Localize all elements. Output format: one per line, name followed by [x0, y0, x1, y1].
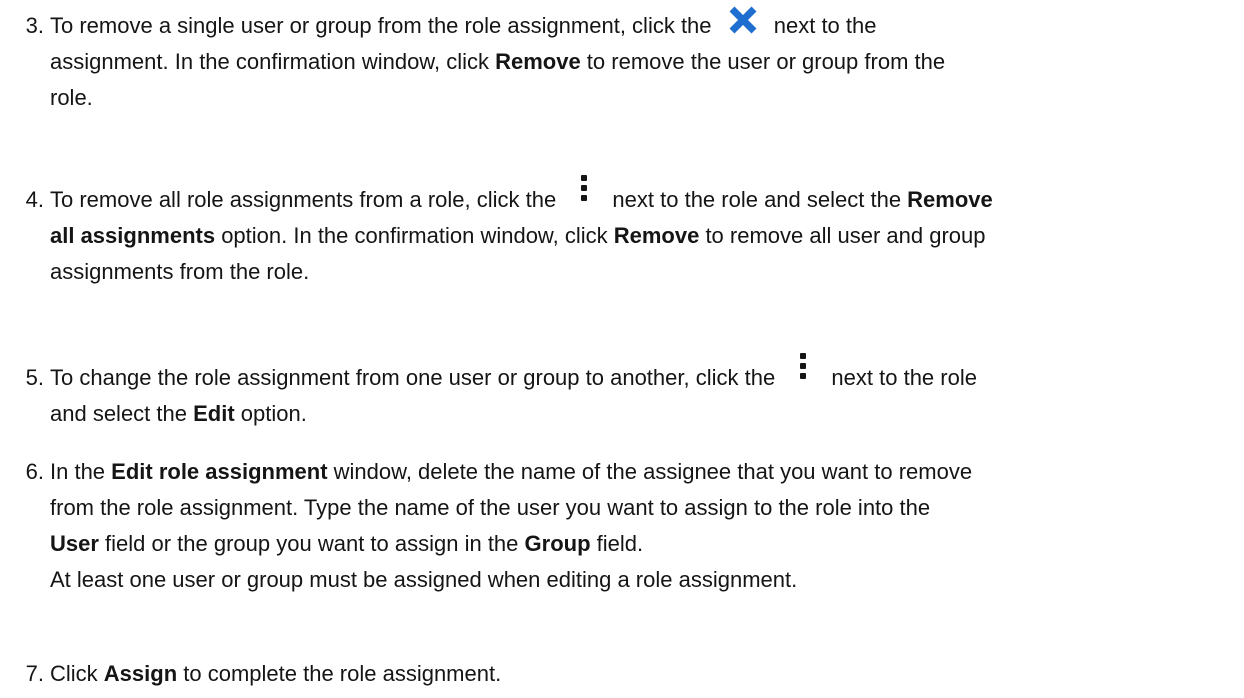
ui-label-emphasis: Edit	[193, 401, 235, 426]
step-number: 7.	[25, 661, 44, 686]
text-run: next to the role	[825, 365, 977, 390]
step-number: 4.	[25, 187, 44, 212]
text-run: role.	[50, 85, 93, 110]
text-run: To change the role assignment from one u…	[50, 365, 782, 390]
text-run: option.	[234, 401, 307, 426]
ui-label-emphasis: Edit role assignment	[111, 459, 328, 484]
text-line: To remove a single user or group from th…	[50, 5, 1240, 44]
text-run: To remove a single user or group from th…	[50, 13, 718, 38]
text-run: to remove all user and group	[699, 223, 986, 248]
text-run: field or the group you want to assign in…	[98, 531, 525, 556]
text-run: At least one user or group must be assig…	[50, 567, 798, 592]
ui-label-emphasis: all assignments	[50, 223, 216, 248]
close-icon[interactable]	[718, 5, 768, 35]
step-text: In the Edit role assignment window, dele…	[50, 454, 1240, 598]
kebab-menu-icon[interactable]	[781, 351, 825, 387]
text-line: At least one user or group must be assig…	[50, 562, 1240, 598]
text-run: to complete the role assignment.	[177, 661, 502, 686]
text-line: User field or the group you want to assi…	[50, 526, 1240, 562]
text-run: Click	[50, 661, 104, 686]
ui-label-emphasis: User	[50, 531, 99, 556]
text-line: assignments from the role.	[50, 254, 1240, 290]
text-line: role.	[50, 80, 1240, 116]
text-run: to remove the user or group from the	[580, 49, 946, 74]
text-line: To remove all role assignments from a ro…	[50, 175, 1240, 218]
text-run: window, delete the name of the assignee …	[327, 459, 973, 484]
text-line: from the role assignment. Type the name …	[50, 490, 1240, 526]
step-text: To change the role assignment from one u…	[50, 353, 1240, 432]
ui-label-emphasis: Assign	[103, 661, 178, 686]
step-text: To remove all role assignments from a ro…	[50, 175, 1240, 290]
step-number: 3.	[25, 13, 44, 38]
text-run: next to the role and select the	[606, 187, 908, 212]
text-line: Click Assign to complete the role assign…	[50, 656, 1240, 692]
text-run: from the role assignment. Type the name …	[50, 495, 931, 520]
step-text: To remove a single user or group from th…	[50, 5, 1240, 116]
ui-label-emphasis: Group	[524, 531, 591, 556]
kebab-menu-icon[interactable]	[562, 173, 606, 209]
ui-label-emphasis: Remove	[495, 49, 581, 74]
text-line: In the Edit role assignment window, dele…	[50, 454, 1240, 490]
text-line: and select the Edit option.	[50, 396, 1240, 432]
text-line: To change the role assignment from one u…	[50, 353, 1240, 396]
text-run: To remove all role assignments from a ro…	[50, 187, 563, 212]
text-run: next to the	[767, 13, 877, 38]
text-line: all assignments option. In the confirmat…	[50, 218, 1240, 254]
step-number: 5.	[25, 365, 44, 390]
text-run: assignments from the role.	[50, 259, 310, 284]
step-number: 6.	[25, 459, 44, 484]
step-text: Click Assign to complete the role assign…	[50, 656, 1240, 692]
text-run: option. In the confirmation window, clic…	[215, 223, 614, 248]
ui-label-emphasis: Remove	[907, 187, 993, 212]
text-line: assignment. In the confirmation window, …	[50, 44, 1240, 80]
text-run: and select the	[50, 401, 194, 426]
ui-label-emphasis: Remove	[613, 223, 700, 248]
text-run: assignment. In the confirmation window, …	[50, 49, 496, 74]
text-run: field.	[590, 531, 644, 556]
text-run: In the	[50, 459, 112, 484]
